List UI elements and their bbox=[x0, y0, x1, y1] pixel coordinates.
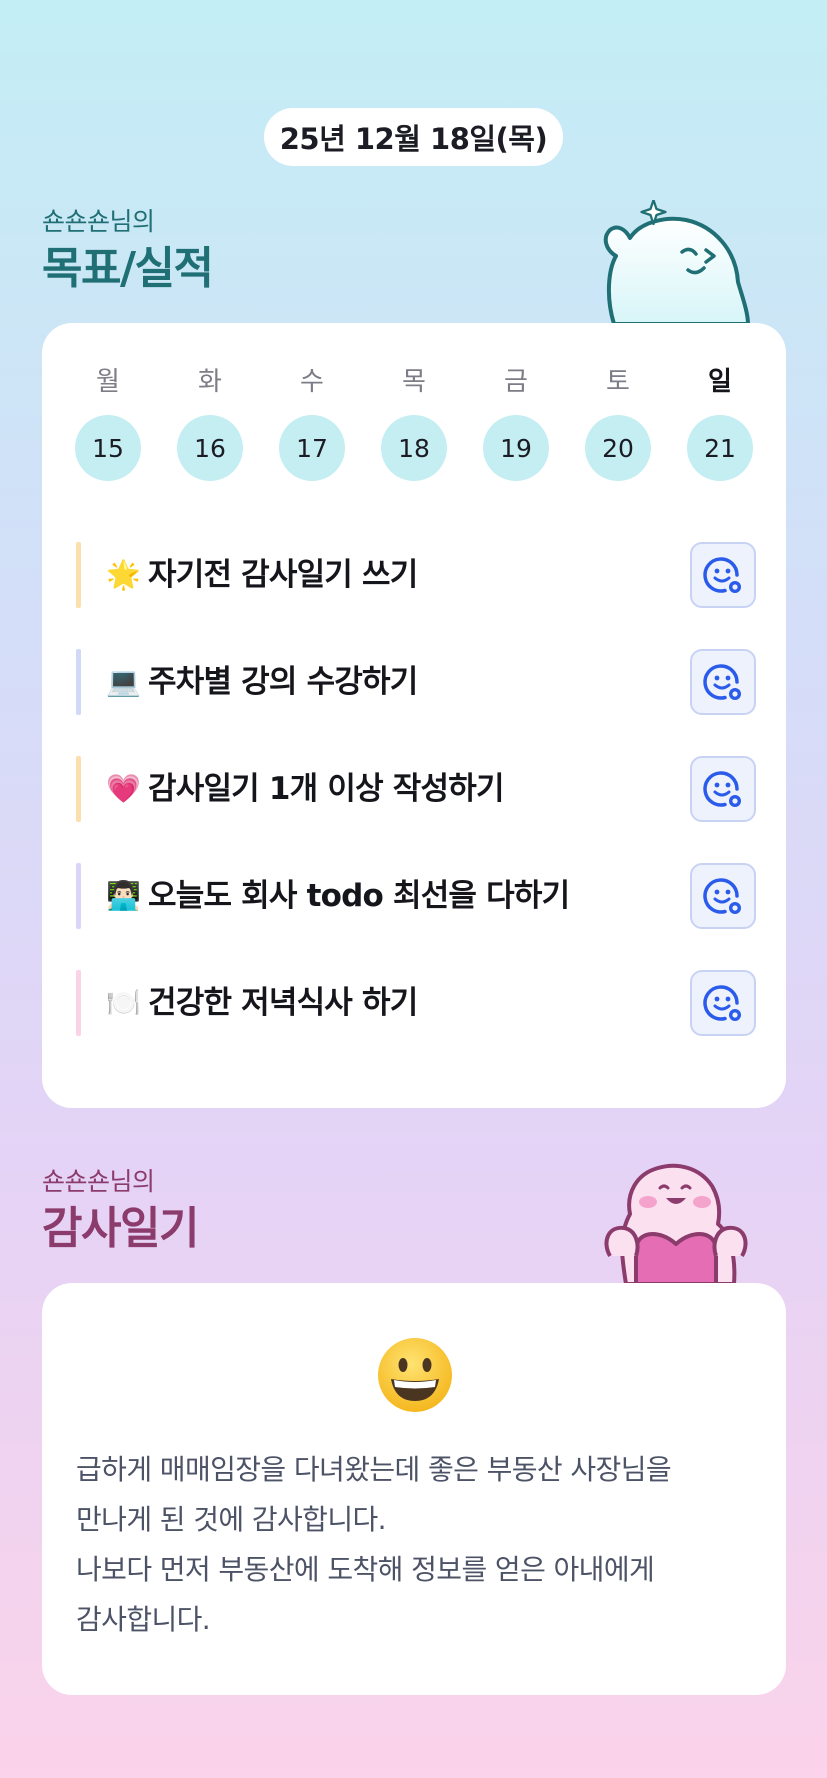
goal-color-bar bbox=[76, 970, 81, 1036]
diary-text: 급하게 매매임장을 다녀왔는데 좋은 부동산 사장님을 만나게 된 것에 감사합… bbox=[76, 1445, 766, 1645]
add-reaction-button[interactable] bbox=[690, 863, 756, 929]
goal-emoji: 💗 bbox=[106, 772, 141, 805]
day-wednesday[interactable]: 수 17 bbox=[278, 349, 346, 481]
day-number[interactable]: 18 bbox=[381, 415, 447, 481]
day-name: 수 bbox=[300, 367, 324, 397]
diary-line: 나보다 먼저 부동산에 도착해 정보를 얻은 아내에게 bbox=[76, 1553, 655, 1586]
goal-text: 건강한 저녁식사 하기 bbox=[148, 985, 418, 1021]
day-thursday[interactable]: 목 18 bbox=[380, 349, 448, 481]
goal-text: 주차별 강의 수강하기 bbox=[148, 664, 418, 700]
goal-item[interactable]: 🍽️ 건강한 저녁식사 하기 bbox=[76, 970, 756, 1036]
day-number[interactable]: 15 bbox=[75, 415, 141, 481]
add-reaction-button[interactable] bbox=[690, 970, 756, 1036]
day-name: 월 bbox=[96, 367, 120, 397]
diary-line: 감사합니다. bbox=[76, 1603, 211, 1636]
goal-color-bar bbox=[76, 863, 81, 929]
smile-add-icon bbox=[703, 557, 741, 593]
goal-item[interactable]: 👨🏻‍💻 오늘도 회사 todo 최선을 다하기 bbox=[76, 863, 756, 929]
grinning-face-icon bbox=[378, 1338, 452, 1412]
ghost-mascot-teal-icon bbox=[603, 200, 750, 324]
goal-item[interactable]: 🌟 자기전 감사일기 쓰기 bbox=[76, 542, 756, 608]
goals-title: 목표/실적 bbox=[42, 243, 214, 294]
goal-emoji: 🌟 bbox=[106, 558, 141, 591]
smile-add-icon bbox=[703, 878, 741, 914]
add-reaction-button[interactable] bbox=[690, 756, 756, 822]
diary-title: 감사일기 bbox=[42, 1203, 199, 1254]
goal-color-bar bbox=[76, 756, 81, 822]
day-number[interactable]: 17 bbox=[279, 415, 345, 481]
day-name: 목 bbox=[402, 367, 426, 397]
goals-card: 월 15 화 16 수 17 목 18 금 19 토 20 일 21 🌟 자기전… bbox=[42, 323, 786, 1108]
goal-item[interactable]: 💻 주차별 강의 수강하기 bbox=[76, 649, 756, 715]
day-name: 일 bbox=[708, 367, 732, 397]
date-pill[interactable]: 25년 12월 18일(목) bbox=[264, 108, 563, 166]
add-reaction-button[interactable] bbox=[690, 542, 756, 608]
day-number[interactable]: 21 bbox=[687, 415, 753, 481]
diary-line: 만나게 된 것에 감사합니다. bbox=[76, 1503, 387, 1536]
day-number[interactable]: 19 bbox=[483, 415, 549, 481]
day-name: 화 bbox=[198, 367, 222, 397]
goal-color-bar bbox=[76, 649, 81, 715]
day-number[interactable]: 16 bbox=[177, 415, 243, 481]
smile-add-icon bbox=[703, 985, 741, 1021]
goal-text: 자기전 감사일기 쓰기 bbox=[148, 557, 418, 593]
goal-text: 감사일기 1개 이상 작성하기 bbox=[148, 771, 504, 807]
ghost-mascot-heart-icon bbox=[604, 1163, 748, 1284]
day-monday[interactable]: 월 15 bbox=[74, 349, 142, 481]
day-saturday[interactable]: 토 20 bbox=[584, 349, 652, 481]
day-name: 금 bbox=[504, 367, 528, 397]
diary-line: 급하게 매매임장을 다녀왔는데 좋은 부동산 사장님을 bbox=[76, 1453, 672, 1486]
day-friday[interactable]: 금 19 bbox=[482, 349, 550, 481]
goal-text: 오늘도 회사 todo 최선을 다하기 bbox=[148, 878, 570, 914]
day-tuesday[interactable]: 화 16 bbox=[176, 349, 244, 481]
add-reaction-button[interactable] bbox=[690, 649, 756, 715]
day-number[interactable]: 20 bbox=[585, 415, 651, 481]
goal-color-bar bbox=[76, 542, 81, 608]
goal-emoji: 👨🏻‍💻 bbox=[106, 879, 141, 912]
date-label: 25년 12월 18일(목) bbox=[279, 122, 548, 156]
goal-item[interactable]: 💗 감사일기 1개 이상 작성하기 bbox=[76, 756, 756, 822]
diary-card: 급하게 매매임장을 다녀왔는데 좋은 부동산 사장님을 만나게 된 것에 감사합… bbox=[42, 1283, 786, 1695]
goal-emoji: 💻 bbox=[106, 665, 141, 698]
smile-add-icon bbox=[703, 664, 741, 700]
goal-emoji: 🍽️ bbox=[106, 986, 141, 1019]
day-sunday[interactable]: 일 21 bbox=[686, 349, 754, 481]
week-strip: 월 15 화 16 수 17 목 18 금 19 토 20 일 21 bbox=[74, 349, 754, 481]
day-name: 토 bbox=[606, 367, 630, 397]
smile-add-icon bbox=[703, 771, 741, 807]
